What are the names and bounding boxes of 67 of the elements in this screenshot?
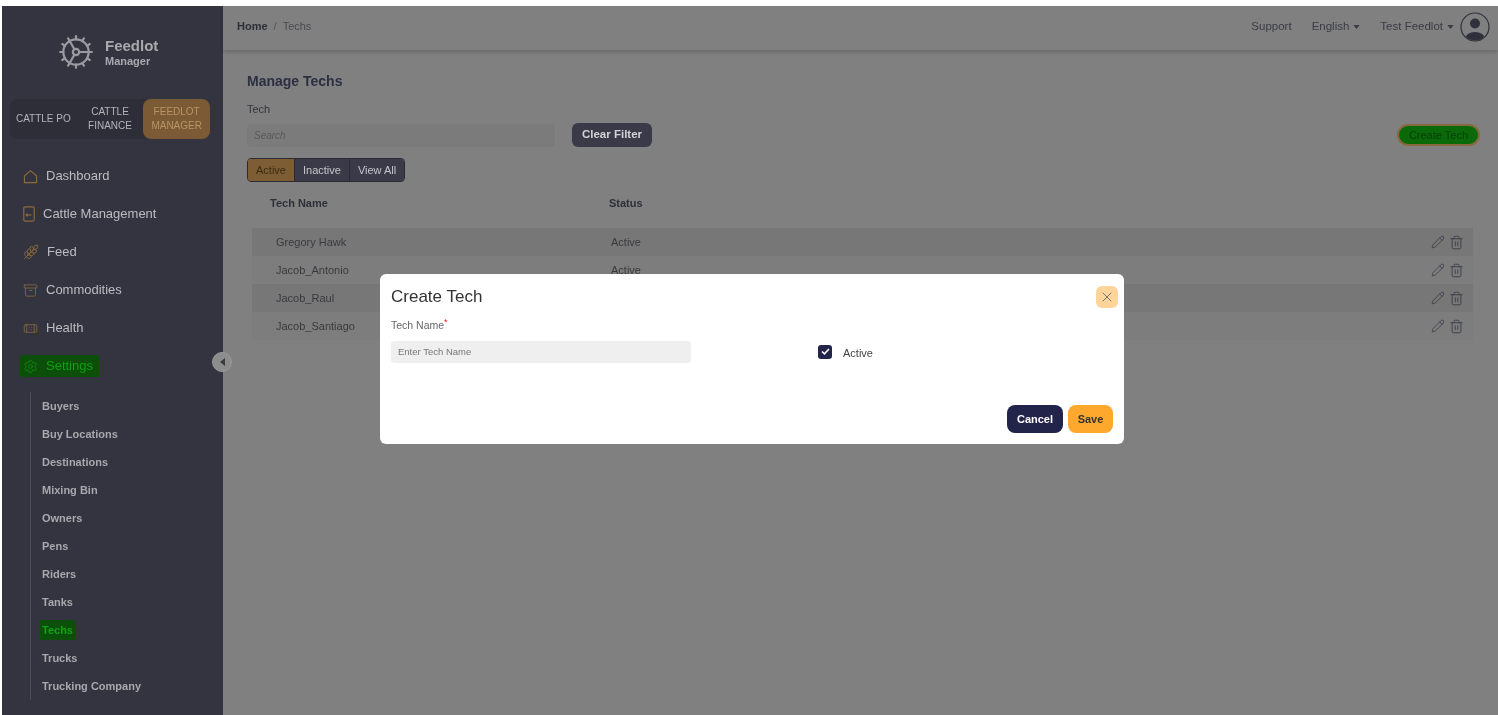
caret-down-icon: [1353, 24, 1361, 29]
sidebar-subitem[interactable]: Tanks: [40, 591, 75, 613]
save-button[interactable]: Save: [1068, 405, 1113, 433]
field-label: Tech Name: [391, 317, 445, 333]
tech-name-cell: Jacob_Antonio: [276, 264, 349, 276]
trash-icon[interactable]: [1449, 234, 1464, 250]
sidebar-subitem[interactable]: Owners: [40, 507, 85, 529]
page-title: Manage Techs: [247, 72, 343, 91]
product-switch-tab[interactable]: CATTLE PO: [10, 99, 77, 139]
tech-name-input[interactable]: Enter Tech Name: [391, 340, 691, 363]
close-button[interactable]: [1096, 286, 1118, 308]
clear-filter-button[interactable]: Clear Filter: [572, 123, 652, 147]
column-header: Tech Name: [270, 197, 328, 209]
trash-icon[interactable]: [1449, 290, 1464, 306]
status-tab[interactable]: Inactive: [293, 159, 349, 181]
required-mark: *: [444, 317, 448, 327]
brand-title: Feedlot: [105, 37, 159, 53]
sidebar-item[interactable]: Dashboard: [20, 165, 116, 187]
edit-icon[interactable]: [1431, 319, 1445, 333]
edit-icon[interactable]: [1431, 291, 1445, 305]
sidebar-subitem[interactable]: Buy Locations: [40, 423, 120, 445]
user-avatar-icon[interactable]: [1460, 11, 1490, 42]
tablet-icon: [23, 206, 35, 222]
sidebar-item[interactable]: Feed: [20, 241, 83, 263]
cancel-button[interactable]: Cancel: [1007, 405, 1063, 433]
sidebar-item[interactable]: Cattle Management: [20, 203, 163, 225]
brand-subtitle: Manager: [105, 55, 152, 67]
sidebar-item[interactable]: Health: [20, 317, 90, 339]
settings-icon: [23, 358, 38, 374]
sidebar-subitem[interactable]: Pens: [40, 535, 71, 557]
breadcrumb-separator: /: [273, 19, 277, 35]
trash-icon[interactable]: [1449, 262, 1464, 278]
wheat-icon: [23, 244, 39, 260]
status-cell: Active: [611, 236, 641, 248]
filter-label: Tech: [247, 102, 271, 116]
checkbox-label: Active: [843, 346, 873, 362]
sidebar-subitem[interactable]: Destinations: [40, 451, 110, 473]
gear-logo-icon: [57, 33, 95, 71]
tech-name-cell: Gregory Hawk: [276, 236, 347, 248]
check-icon: [820, 348, 830, 355]
sidebar-subitem[interactable]: Mixing Bin: [40, 479, 100, 501]
sidebar-subitem[interactable]: Trucking Company: [40, 675, 144, 697]
column-header: Status: [609, 197, 643, 209]
sidebar-item[interactable]: Commodities: [20, 279, 128, 301]
tech-name-cell: Jacob_Raul: [276, 292, 335, 304]
breadcrumb-link[interactable]: Home: [237, 18, 268, 35]
sidebar-subitem[interactable]: Techs: [40, 619, 75, 641]
language-dropdown[interactable]: English: [1311, 17, 1361, 36]
edit-icon[interactable]: [1431, 263, 1445, 277]
account-dropdown[interactable]: Test Feedlot: [1380, 17, 1454, 36]
archive-icon: [23, 282, 38, 298]
sidebar-subitem[interactable]: Buyers: [40, 395, 82, 417]
trash-icon[interactable]: [1449, 318, 1464, 334]
tech-name-cell: Jacob_Santiago: [276, 320, 355, 332]
product-switch-tab[interactable]: CATTLE FINANCE: [76, 99, 144, 139]
edit-icon[interactable]: [1431, 235, 1445, 249]
home-icon: [23, 168, 38, 184]
sidebar-subitem[interactable]: Trucks: [40, 647, 80, 669]
sidebar-subitem[interactable]: Riders: [40, 563, 79, 585]
status-cell: Active: [611, 264, 641, 276]
support-link[interactable]: Support: [1251, 17, 1292, 36]
status-tab[interactable]: View All: [348, 159, 405, 181]
caret-down-icon: [1447, 24, 1454, 29]
sidebar-item[interactable]: Settings: [20, 355, 99, 377]
active-checkbox[interactable]: [818, 344, 832, 359]
dialog-title: Create Tech: [391, 286, 483, 308]
caret-left-icon: [219, 358, 225, 366]
